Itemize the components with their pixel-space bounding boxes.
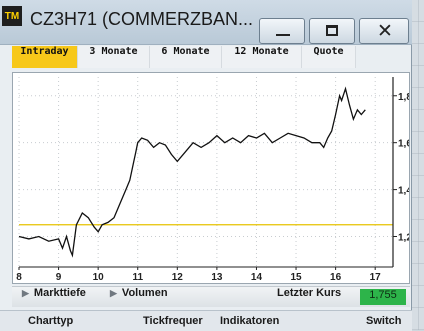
charttyp-menu[interactable]: Charttyp [28,315,73,327]
maximize-button[interactable] [309,18,355,44]
x-tick-label: 8 [16,272,22,283]
x-tick-label: 11 [132,272,143,283]
chart-svg: 1,8 1,6 1,4 1,2 8 9 10 11 12 13 14 15 16 17 [16,77,409,283]
window-title: CZ3H71 (COMMERZBAN... [30,9,254,29]
footer-toolbar: Charttyp Tickfrequer Indikatoren Switch [0,310,412,331]
y-axis-ticks: 1,8 1,6 1,4 1,2 [393,92,409,244]
status-bar: ▶ Markttiefe ▶ Volumen Letzter Kurs 1,755 [12,286,410,307]
x-tick-label: 16 [330,272,342,283]
intraday-chart[interactable]: 1,8 1,6 1,4 1,2 8 9 10 11 12 13 14 15 16 17 [12,72,410,284]
tab-quote[interactable]: Quote [302,46,356,68]
expand-arrow-icon: ▶ [22,288,29,298]
price-series-line [18,86,366,258]
switch-button[interactable]: Switch [366,315,401,327]
tab-intraday[interactable]: Intraday [12,46,78,68]
x-tick-label: 15 [290,272,302,283]
close-button[interactable]: ✕ [359,18,409,44]
minimize-button[interactable] [259,18,305,44]
expand-arrow-icon: ▶ [110,288,117,298]
y-tick-label: 1,4 [398,186,409,197]
x-tick-label: 17 [370,272,382,283]
maximize-icon [326,25,338,36]
close-icon: ✕ [377,20,393,42]
y-tick-label: 1,2 [398,233,409,244]
letzter-kurs-label: Letzter Kurs [277,287,342,299]
title-bar[interactable]: TM CZ3H71 (COMMERZBAN... ✕ [0,0,412,45]
volumen-toggle[interactable]: ▶ Volumen [110,287,168,307]
x-tick-label: 10 [93,272,105,283]
x-tick-label: 13 [211,272,223,283]
tab-3-monate[interactable]: 3 Monate [78,46,150,68]
last-price-value: 1,755 [360,289,406,305]
app-logo: TM [2,6,22,26]
minimize-icon [276,34,290,36]
tab-6-monate[interactable]: 6 Monate [150,46,222,68]
y-tick-label: 1,8 [398,92,409,103]
tab-12-monate[interactable]: 12 Monate [222,46,302,68]
markttiefe-toggle[interactable]: ▶ Markttiefe [22,287,86,307]
y-tick-label: 1,6 [398,139,409,150]
x-tick-label: 14 [251,272,263,283]
x-tick-label: 9 [56,272,62,283]
x-axis-ticks: 8 9 10 11 12 13 14 15 16 17 [16,267,381,283]
volumen-label: Volumen [121,287,168,299]
tickfrequenz-menu[interactable]: Tickfrequer [143,315,203,327]
indikatoren-menu[interactable]: Indikatoren [220,315,279,327]
markttiefe-label: Markttiefe [33,287,86,299]
x-tick-label: 12 [172,272,184,283]
chart-window: TM CZ3H71 (COMMERZBAN... ✕ Intraday 3 Mo… [0,0,412,331]
